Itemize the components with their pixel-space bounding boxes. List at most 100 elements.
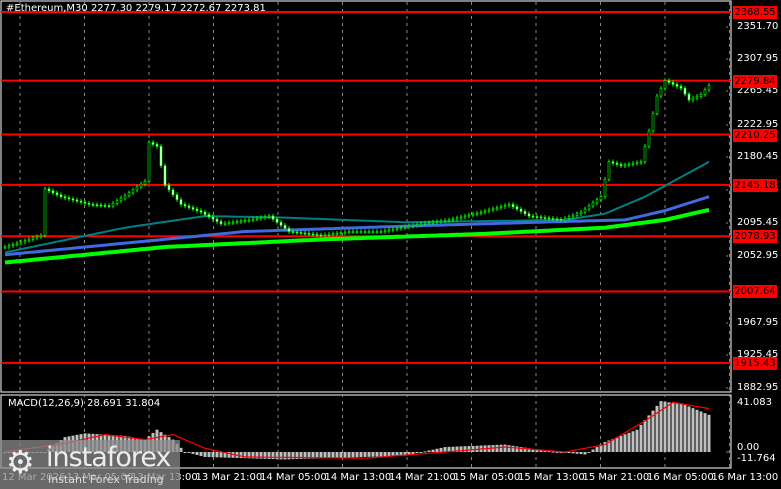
candle-body: [319, 234, 323, 237]
candle-body: [487, 209, 491, 212]
level-label: 2145.18: [733, 178, 777, 192]
candle-body: [103, 205, 107, 207]
macd-bar: [663, 401, 667, 452]
time-axis-label: 16 Mar 13:00: [711, 472, 779, 483]
macd-bar: [211, 452, 215, 458]
candle-body: [247, 219, 251, 222]
candle-body: [483, 210, 487, 213]
candle-body: [423, 222, 427, 225]
candle-body: [495, 207, 499, 210]
candle-body: [187, 205, 191, 208]
macd-bar: [327, 452, 331, 459]
macd-bar: [499, 444, 503, 452]
candle-body: [407, 225, 411, 228]
candle-body: [79, 200, 83, 203]
candle-body: [71, 198, 75, 201]
macd-bar: [423, 451, 427, 453]
candle-body: [511, 204, 515, 208]
macd-bar: [463, 446, 467, 452]
candle-body: [191, 207, 195, 210]
candle-body: [507, 204, 511, 206]
candle-body: [235, 221, 239, 223]
price-chart[interactable]: [0, 0, 781, 489]
macd-bar: [699, 411, 703, 452]
candle-body: [615, 162, 619, 165]
macd-bar: [431, 449, 435, 452]
candle-body: [651, 113, 655, 132]
macd-bar: [291, 452, 295, 460]
candle-body: [211, 216, 215, 220]
candle-body: [115, 200, 119, 204]
candle-body: [75, 199, 79, 202]
macd-label: MACD(12,26,9) 28.691 31.804: [8, 398, 161, 409]
candle-body: [83, 201, 87, 204]
candle-body: [563, 218, 567, 221]
candle-body: [287, 228, 291, 232]
candle-body: [583, 208, 587, 213]
candle-body: [659, 87, 663, 97]
candle-body: [435, 221, 439, 223]
candle-body: [415, 224, 419, 226]
macd-bar: [647, 415, 651, 452]
candle-body: [167, 184, 171, 191]
macd-axis-label: 41.083: [737, 397, 772, 408]
candle-body: [523, 211, 527, 215]
candle-body: [339, 232, 343, 234]
candle-body: [327, 233, 331, 236]
candle-body: [31, 237, 35, 240]
macd-bar: [419, 452, 423, 453]
macd-bar: [239, 452, 243, 459]
macd-bar: [703, 413, 707, 452]
macd-bar: [207, 452, 211, 458]
macd-bar: [667, 402, 671, 452]
watermark-brand: instaforex: [46, 442, 171, 473]
candle-body: [455, 217, 459, 220]
time-axis-label: 14 Mar 13:00: [324, 472, 392, 483]
candle-body: [135, 186, 139, 191]
time-axis-label: 13 Mar 21:00: [195, 472, 263, 483]
candle-body: [351, 231, 355, 233]
candle-body: [427, 222, 431, 224]
candle-body: [295, 231, 299, 234]
candle-body: [691, 97, 695, 101]
macd-bar: [287, 452, 291, 460]
candle-body: [219, 221, 223, 225]
macd-bar: [359, 452, 363, 458]
macd-bar: [443, 447, 447, 452]
chart-window[interactable]: #Ethereum,M30 2277.30 2279.17 2272.67 22…: [0, 0, 781, 489]
time-axis-label: 15 Mar 21:00: [582, 472, 650, 483]
macd-bar: [511, 445, 515, 452]
price-axis-label: 2052.95: [737, 250, 779, 261]
candle-body: [619, 164, 623, 167]
candle-body: [303, 232, 307, 235]
candle-body: [387, 229, 391, 232]
macd-bar: [351, 452, 355, 458]
candle-body: [131, 189, 135, 194]
macd-bar: [379, 452, 383, 457]
macd-bar: [683, 404, 687, 452]
candle-body: [155, 144, 159, 147]
macd-bar: [439, 447, 443, 452]
macd-bar: [659, 401, 663, 452]
level-label: 2368.55: [733, 5, 777, 19]
candle-body: [587, 205, 591, 210]
candle-body: [443, 220, 447, 222]
candle-body: [411, 225, 415, 227]
candle-body: [119, 197, 123, 202]
candle-body: [623, 164, 627, 167]
macd-bar: [579, 452, 583, 455]
macd-axis-label: 0.00: [737, 442, 760, 453]
macd-bar: [671, 402, 675, 452]
candle-body: [111, 203, 115, 207]
candle-body: [291, 231, 295, 233]
macd-bar: [355, 452, 359, 458]
candle-body: [579, 211, 583, 215]
macd-bar: [495, 444, 499, 452]
candle-body: [631, 163, 635, 165]
candle-body: [479, 211, 483, 214]
candle-body: [527, 213, 531, 217]
macd-bar: [615, 437, 619, 452]
candle-body: [263, 216, 267, 219]
macd-bar: [623, 434, 627, 452]
candle-body: [159, 146, 163, 167]
